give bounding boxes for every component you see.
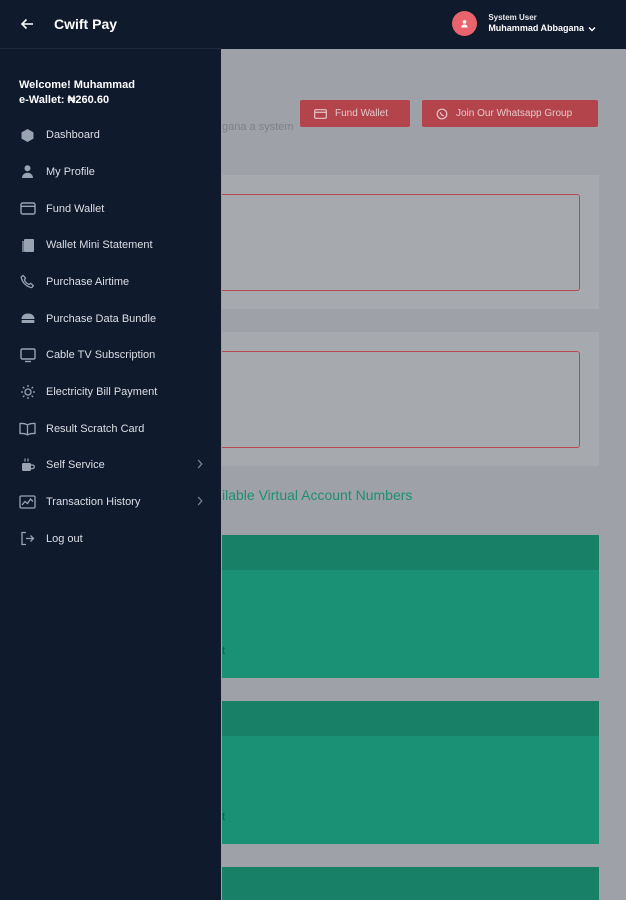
virtual-account-card [222,535,599,678]
data-icon [19,310,36,327]
self-service-icon [19,457,36,474]
sidebar-item-my-profile[interactable]: My Profile [0,153,221,190]
sidebar-item-label: Purchase Data Bundle [46,312,157,325]
sidebar-item-wallet-mini-statement[interactable]: Wallet Mini Statement [0,227,221,264]
electricity-icon [19,383,36,400]
fund-wallet-label: Fund Wallet [335,108,388,119]
virtual-account-card [222,701,599,844]
user-icon [461,20,468,28]
sidebar-item-transaction-history[interactable]: Transaction History [0,484,221,521]
info-card-box [222,194,580,291]
virtual-account-text: t [222,811,226,823]
history-icon [19,494,36,511]
page-subtext: gana a system [222,121,294,133]
whatsapp-icon [436,108,448,119]
avatar[interactable] [452,11,478,36]
whatsapp-group-label: Join Our Whatsapp Group [456,108,573,119]
virtual-account-card [222,867,599,900]
welcome-block: Welcome! Muhammad e-Wallet: ₦260.60 [0,49,221,109]
statement-icon [19,237,36,254]
sidebar-item-label: Log out [46,532,83,545]
sidebar-item-label: Dashboard [46,129,100,142]
chevron-right-icon[interactable] [197,459,203,469]
sidebar-item-purchase-airtime[interactable]: Purchase Airtime [0,264,221,301]
book-icon [19,420,36,437]
user-role: System User [488,12,537,22]
sidebar-item-purchase-data-bundle[interactable]: Purchase Data Bundle [0,300,221,337]
sidebar-item-label: My Profile [46,165,95,178]
info-card [222,332,599,466]
sidebar-item-label: Electricity Bill Payment [46,385,158,398]
sidebar-item-self-service[interactable]: Self Service [0,447,221,484]
wallet-icon [314,108,327,119]
dashboard-icon [19,127,36,144]
tv-icon [19,347,36,364]
sidebar-item-dashboard[interactable]: Dashboard [0,117,221,154]
fund-wallet-button[interactable]: Fund Wallet [300,100,410,127]
phone-icon [19,273,36,290]
back-arrow-icon[interactable] [20,18,34,30]
sidebar-item-label: Purchase Airtime [46,275,130,288]
sidebar-item-label: Cable TV Subscription [46,349,156,362]
user-name: Muhammad Abbagana [488,22,584,33]
sidebar-item-label: Fund Wallet [46,202,105,215]
sidebar-item-label: Self Service [46,459,105,472]
sidebar-item-cable-tv-subscription[interactable]: Cable TV Subscription [0,337,221,374]
sidebar-item-label: Wallet Mini Statement [46,239,153,252]
virtual-account-text: t [222,645,226,657]
sidebar-item-result-scratch-card[interactable]: Result Scratch Card [0,410,221,447]
wallet-balance: e-Wallet: ₦260.60 [19,94,110,107]
virtual-accounts-title: ilable Virtual Account Numbers [222,487,413,503]
whatsapp-group-button[interactable]: Join Our Whatsapp Group [422,100,598,127]
sidebar-nav: Dashboard My Profile Fund Wallet Wallet … [0,117,221,557]
chevron-down-icon[interactable] [588,26,596,32]
welcome-text: Welcome! Muhammad [19,79,135,91]
sidebar-item-label: Transaction History [46,496,141,508]
sidebar-item-electricity-bill-payment[interactable]: Electricity Bill Payment [0,374,221,411]
info-card [222,175,599,309]
logout-icon [19,530,36,547]
sidebar-item-fund-wallet[interactable]: Fund Wallet [0,190,221,227]
sidebar-header: Cwift Pay [0,0,221,49]
sidebar: Cwift Pay Welcome! Muhammad e-Wallet: ₦2… [0,0,221,900]
user-menu[interactable]: System User Muhammad Abbagana [452,11,596,36]
info-card-box [222,351,580,448]
brand-name: Cwift Pay [54,16,118,32]
sidebar-item-label: Result Scratch Card [46,422,145,435]
sidebar-item-log-out[interactable]: Log out [0,520,221,557]
profile-icon [19,163,36,180]
chevron-right-icon[interactable] [197,496,203,506]
wallet-icon [19,200,36,217]
